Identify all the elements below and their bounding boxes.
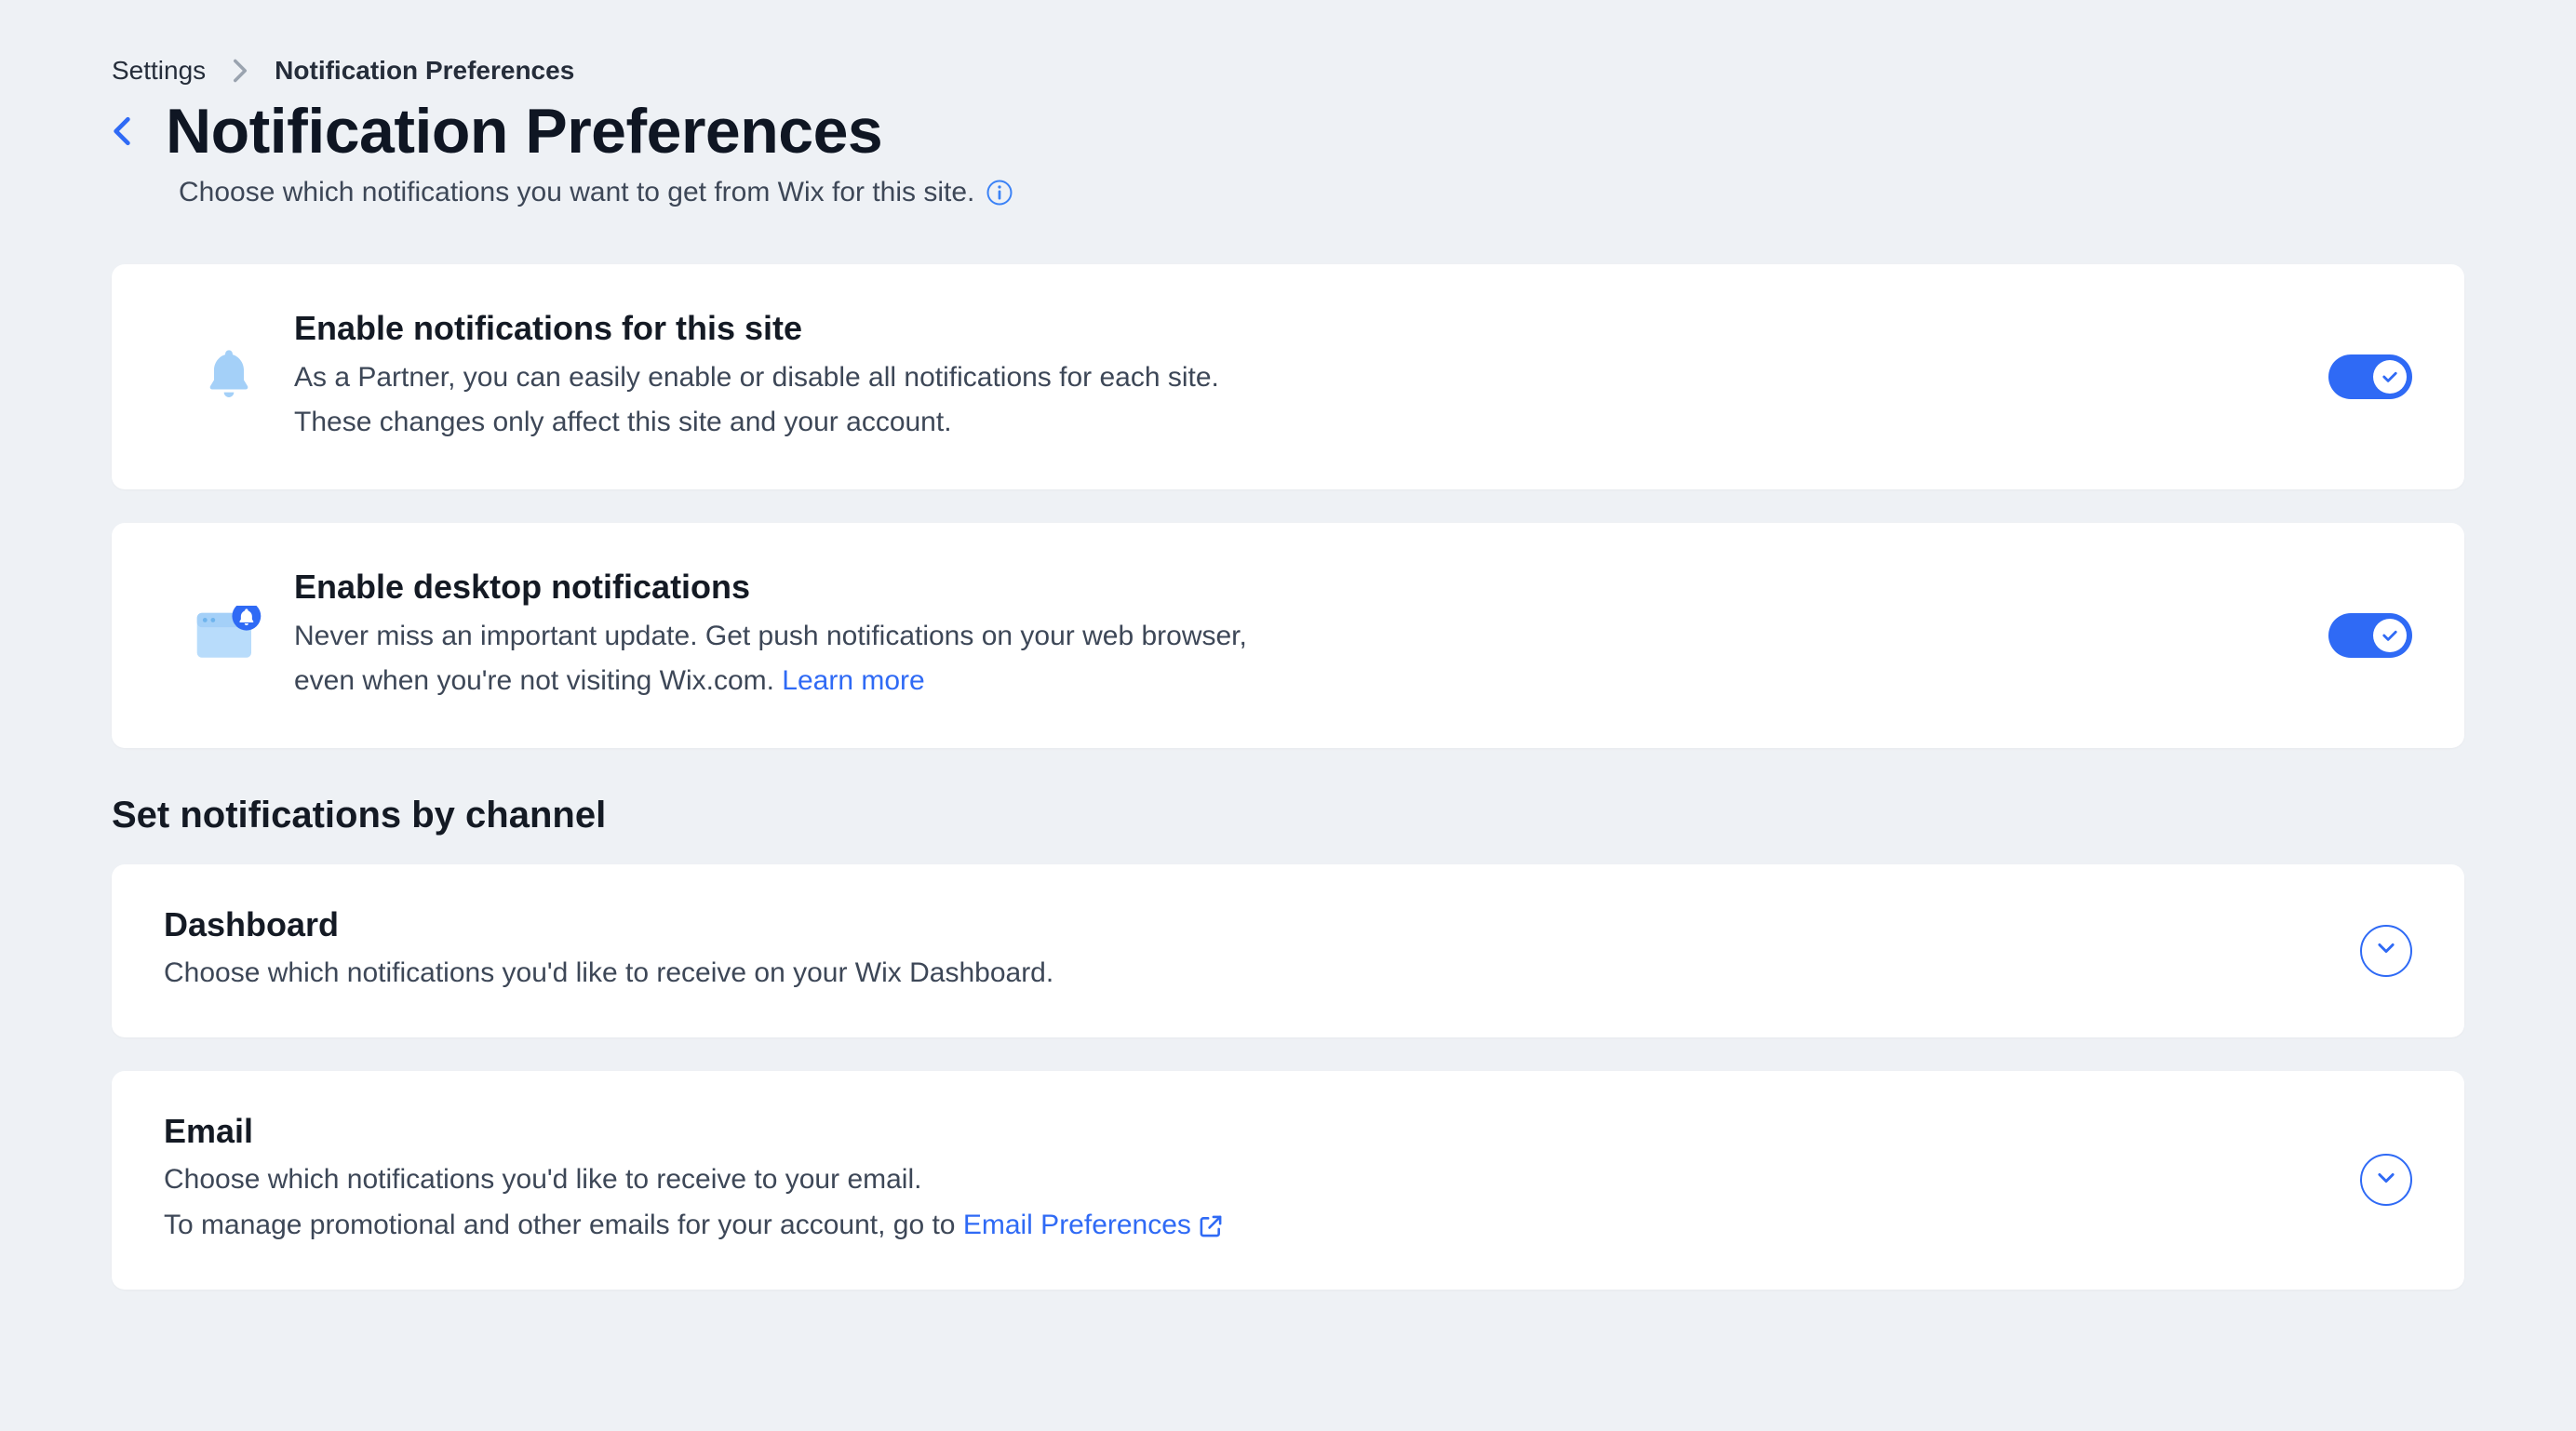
email-channel-card: Email Choose which notifications you'd l… <box>112 1071 2464 1290</box>
bell-icon <box>199 345 259 409</box>
browser-notification-icon <box>195 606 262 666</box>
enable-site-toggle[interactable] <box>2328 354 2412 399</box>
breadcrumb-current: Notification Preferences <box>275 56 574 86</box>
chevron-down-icon <box>2377 1171 2395 1189</box>
card-title: Enable desktop notifications <box>294 568 2328 607</box>
card-desc: Never miss an important update. Get push… <box>294 614 2328 703</box>
expand-email-button[interactable] <box>2360 1154 2412 1206</box>
enable-desktop-notifications-card: Enable desktop notifications Never miss … <box>112 523 2464 748</box>
channel-title: Email <box>164 1112 2360 1151</box>
enable-desktop-toggle[interactable] <box>2328 613 2412 658</box>
back-button[interactable] <box>112 115 132 147</box>
dashboard-channel-card: Dashboard Choose which notifications you… <box>112 864 2464 1037</box>
breadcrumb-root[interactable]: Settings <box>112 56 206 86</box>
info-icon[interactable] <box>986 179 1013 207</box>
page-subtitle: Choose which notifications you want to g… <box>179 177 974 208</box>
page-title: Notification Preferences <box>166 95 882 167</box>
chevron-right-icon <box>232 58 248 84</box>
chevron-down-icon <box>2377 942 2395 959</box>
enable-site-notifications-card: Enable notifications for this site As a … <box>112 264 2464 489</box>
channel-desc: Choose which notifications you'd like to… <box>164 950 2360 996</box>
email-preferences-link[interactable]: Email Preferences <box>963 1210 1223 1240</box>
channel-title: Dashboard <box>164 905 2360 944</box>
section-title: Set notifications by channel <box>112 795 2464 836</box>
external-link-icon <box>1199 1214 1223 1238</box>
learn-more-link[interactable]: Learn more <box>782 665 924 696</box>
card-desc: As a Partner, you can easily enable or d… <box>294 355 2328 445</box>
expand-dashboard-button[interactable] <box>2360 925 2412 977</box>
card-title: Enable notifications for this site <box>294 309 2328 348</box>
channel-desc: Choose which notifications you'd like to… <box>164 1157 2360 1249</box>
breadcrumb: Settings Notification Preferences <box>112 56 2464 86</box>
